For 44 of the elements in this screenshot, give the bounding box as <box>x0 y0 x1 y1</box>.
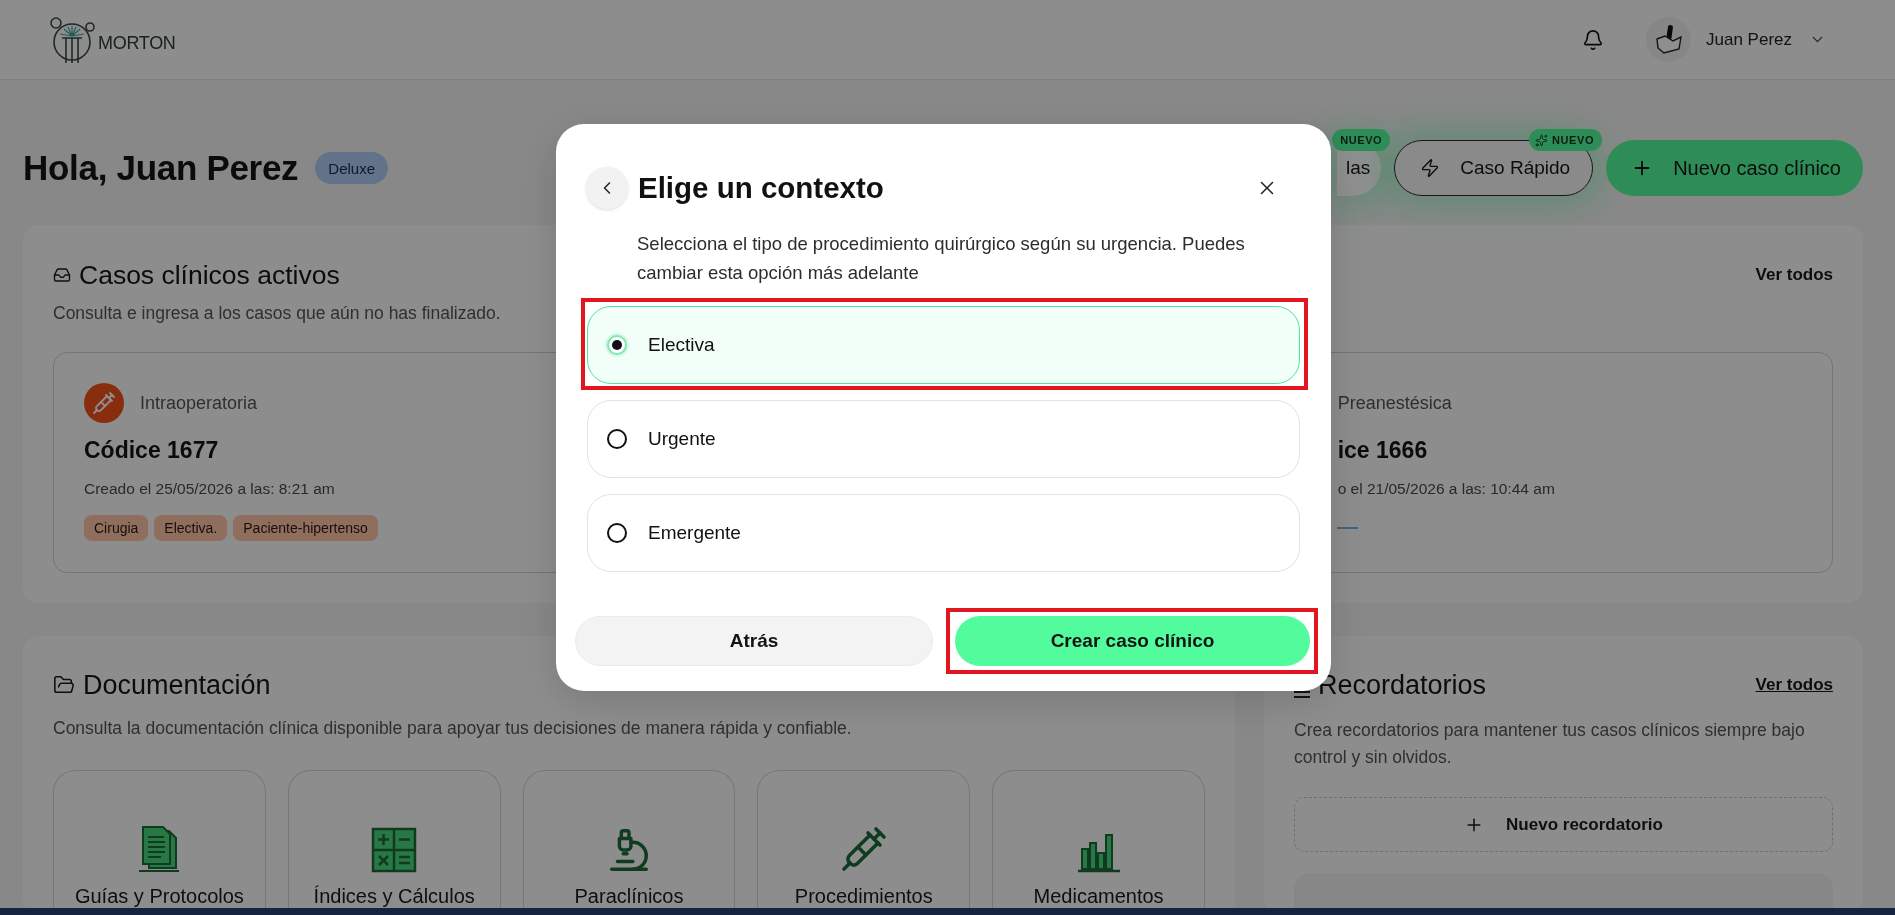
plan-badge: Deluxe <box>315 152 388 184</box>
calculator-icon <box>371 827 418 873</box>
brand-name: MORTON <box>98 33 176 54</box>
panel-description: Consulta la documentación clínica disponible para apoyar tus decisiones de manera rápida y confiable. <box>53 717 853 739</box>
case-type: Preanestésica <box>1337 392 1452 414</box>
panel-title: Documentación <box>83 669 271 701</box>
radio-option[interactable]: Emergente <box>587 494 1300 572</box>
accent-line <box>1336 527 1358 529</box>
bell-icon[interactable] <box>1582 28 1604 51</box>
action-button[interactable]: Nuevo caso clínico <box>1606 140 1863 196</box>
case-type: Intraoperatoria <box>140 392 258 414</box>
dialog-description: Selecciona el tipo de procedimiento quirúrgico según su urgencia. Puedes cambiar esta opción más adelante <box>637 232 1246 285</box>
case-tag: Cirugia <box>84 515 149 541</box>
radio-button[interactable] <box>607 523 627 543</box>
see-all-link[interactable]: Ver todos <box>1755 265 1833 285</box>
case-title: ice 1666 <box>1337 436 1429 465</box>
user-name[interactable]: Juan Perez <box>1706 29 1792 50</box>
panel-description: Consulta e ingresa a los casos que aún no has finalizado. <box>53 302 502 324</box>
inbox-icon <box>53 266 71 284</box>
radio-option[interactable]: Electiva <box>587 306 1300 384</box>
case-tag: Electiva. <box>154 515 228 541</box>
case-title: Códice 1677 <box>84 436 220 465</box>
new-reminder-button[interactable]: Nuevo recordatorio <box>1294 797 1833 852</box>
document-icon <box>137 825 182 873</box>
greeting-title: Hola, Juan Perez <box>23 148 299 188</box>
panel-description: Crea recordatorios para mantener tus casos clínicos siempre bajo control y sin olvidos. <box>1294 719 1806 769</box>
logo-icon[interactable] <box>48 14 98 65</box>
panel-title: Casos clínicos activos <box>79 259 340 291</box>
case-date: o el 21/05/2026 a las: 10:44 am <box>1337 479 1556 499</box>
create-button[interactable]: Crear caso clínico <box>955 616 1310 666</box>
back-text-button[interactable]: Atrás <box>575 616 933 666</box>
see-all-link[interactable]: Ver todos <box>1755 675 1833 695</box>
case-tag: Paciente-hipertenso <box>233 515 378 541</box>
sparkle-icon <box>1535 133 1548 147</box>
folder-icon <box>53 674 75 696</box>
radio-button[interactable] <box>607 429 627 449</box>
dialog-title: Elige un contexto <box>638 171 885 205</box>
case-date: Creado el 25/05/2026 a las: 8:21 am <box>84 479 336 499</box>
panel-title: Recordatorios <box>1318 669 1487 701</box>
syringe-icon <box>84 383 124 423</box>
radio-option[interactable]: Urgente <box>587 400 1300 478</box>
syringe-icon <box>839 825 888 873</box>
lightning-icon <box>1420 158 1441 178</box>
avatar-icon[interactable] <box>1646 17 1691 62</box>
